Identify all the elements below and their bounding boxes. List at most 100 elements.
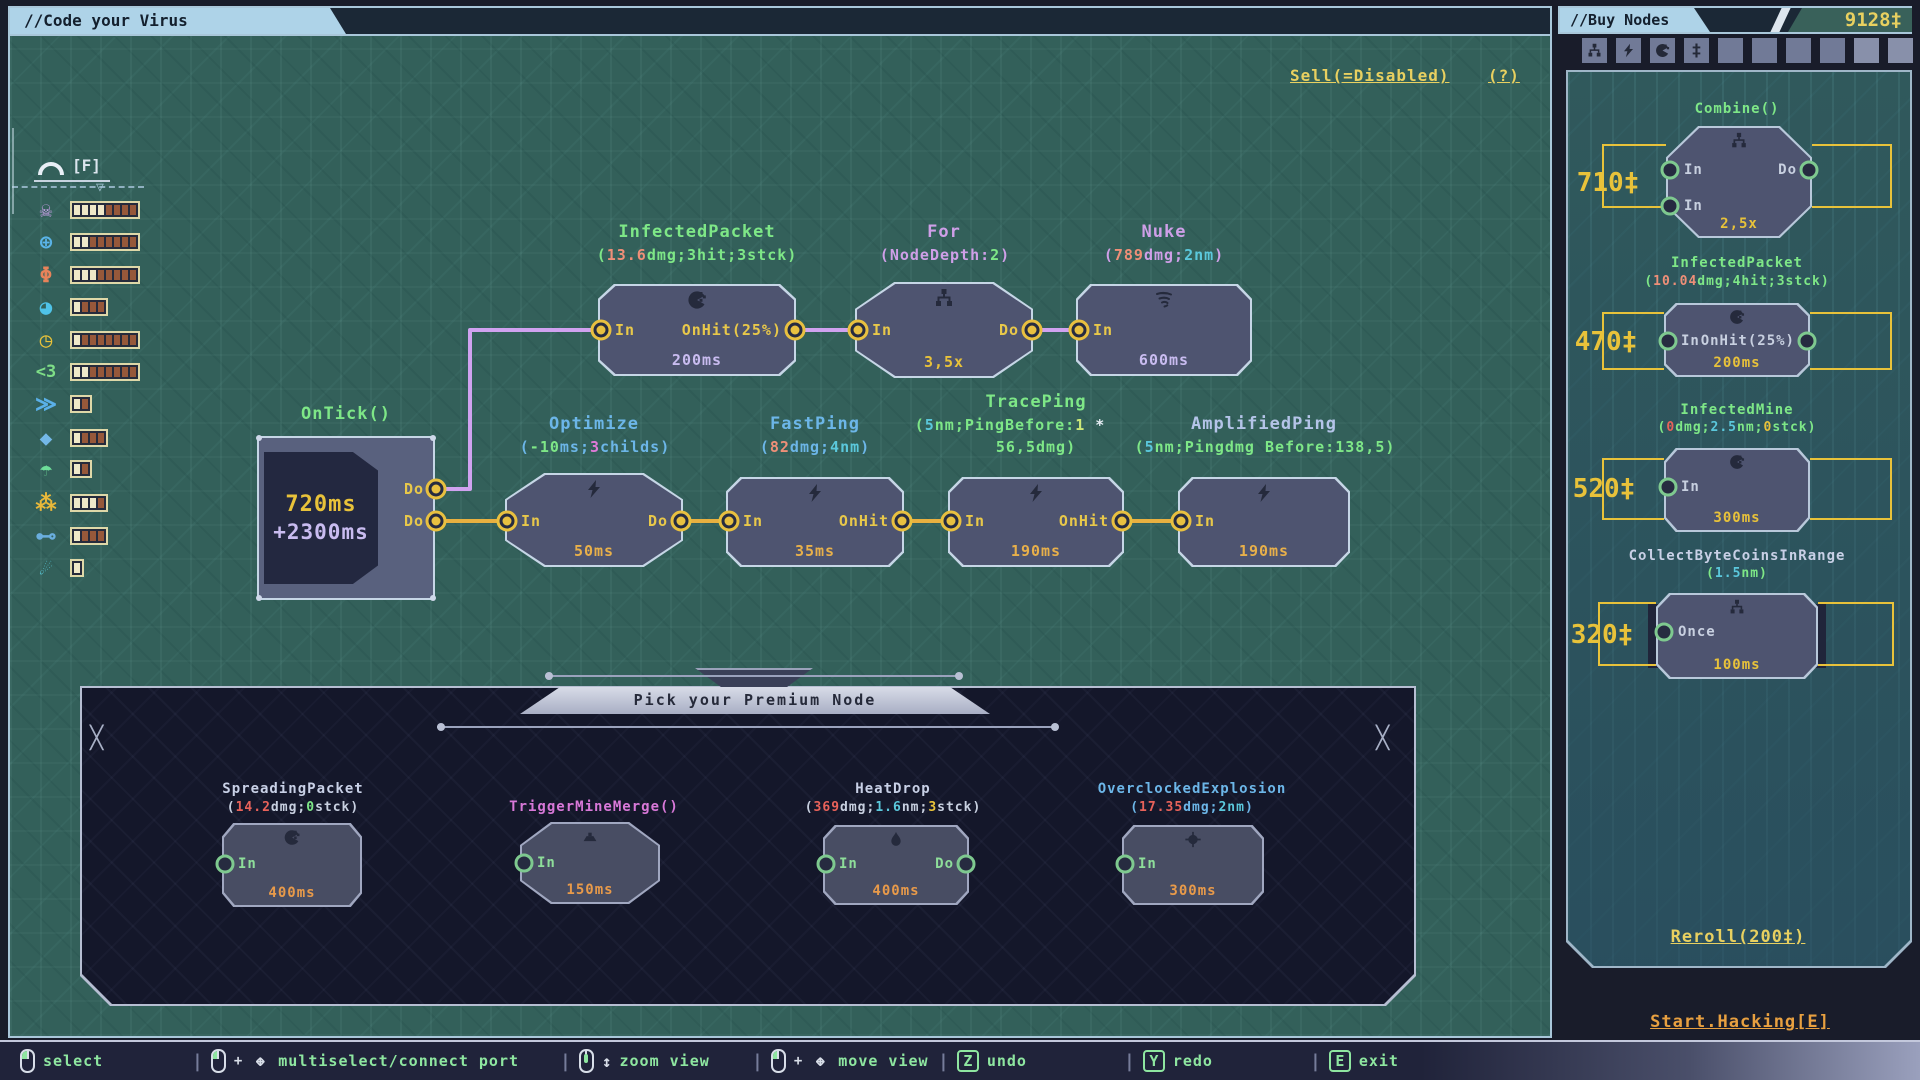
nuke-in-port[interactable] (1069, 320, 1090, 341)
key-y-icon: Y (1143, 1050, 1165, 1072)
shop-in-port[interactable] (1661, 161, 1680, 180)
palette-stat-umbrella[interactable]: ☂ (30, 457, 92, 481)
palette-stat-skull[interactable]: ☠ (30, 198, 140, 222)
mouse-left-click-icon (771, 1049, 786, 1073)
corner-decoration: ╳ (90, 726, 103, 751)
palette-stat-gauge[interactable]: ◷ (30, 328, 140, 352)
shop-in-port[interactable] (1659, 478, 1678, 497)
node-price: 520‡ (1564, 474, 1644, 504)
ontick-do-port-2[interactable] (426, 511, 447, 532)
traceping-onhit-port[interactable] (1112, 511, 1133, 532)
gauge-icon: ◷ (30, 328, 62, 352)
node-subtitle: (14.2dmg;0stck) (203, 800, 383, 815)
stat-progress-bar (70, 298, 108, 316)
palette-stat-pacman[interactable]: ◕ (30, 295, 108, 319)
node-duration: 400ms (823, 883, 969, 899)
port-label: In (1684, 162, 1703, 178)
node-subtitle: (5nm;Pingdmg Before:138,5) (1130, 438, 1400, 456)
stat-progress-bar (70, 266, 140, 284)
legend-multiselect: | + multiselect/connect port (192, 1042, 519, 1080)
node-duration: 200ms (1664, 355, 1810, 371)
port-label: In (1195, 512, 1215, 530)
node-price: 470‡ (1566, 327, 1646, 357)
stat-progress-bar (70, 460, 92, 478)
inventory-slot-dagger[interactable]: ‡ (1684, 38, 1709, 63)
node-title: HeatDrop (783, 781, 1003, 797)
fastping-onhit-port[interactable] (892, 511, 913, 532)
ontick-bonus: +2300ms (273, 520, 369, 544)
node-subtitle: (10.04dmg;4hit;3stck) (1600, 274, 1874, 289)
palette-stat-flower[interactable]: ⁂ (30, 491, 108, 515)
inventory-slot-empty[interactable] (1888, 38, 1913, 63)
inventory-slot-empty[interactable] (1820, 38, 1845, 63)
crosshair-icon: ⊕ (30, 230, 62, 254)
reroll-button[interactable]: Reroll(200‡) (1608, 927, 1868, 947)
palette-stat-crosshair[interactable]: ⊕ (30, 230, 140, 254)
inventory-slot-empty[interactable] (1786, 38, 1811, 63)
premium-in-port[interactable] (515, 854, 534, 873)
node-title: TriggerMineMerge() (474, 799, 714, 815)
help-link[interactable]: (?) (1488, 66, 1520, 85)
node-subtitle: (-10ms;3childs) (480, 438, 710, 456)
shop-once-port[interactable] (1655, 623, 1674, 642)
node-subtitle: (1.5nm) (1615, 566, 1859, 581)
inventory-slot-packet[interactable] (1650, 38, 1675, 63)
flower-icon: ⁂ (30, 491, 62, 515)
chevron-down-icon[interactable]: ▽ (96, 180, 104, 195)
mouse-scroll-icon (579, 1049, 594, 1073)
premium-header: Pick your Premium Node (520, 687, 990, 714)
packet-icon (284, 829, 301, 846)
for-do-port[interactable] (1022, 320, 1043, 341)
node-title: Nuke (1076, 222, 1252, 242)
mouse-left-click-icon (20, 1049, 35, 1073)
amplifiedping-in-port[interactable] (1171, 511, 1192, 532)
node-subtitle: (369dmg;1.6nm;3stck) (773, 800, 1013, 815)
shop-in-port[interactable] (1661, 197, 1680, 216)
inventory-slot-empty[interactable] (1752, 38, 1777, 63)
port-label: In (1681, 479, 1700, 495)
infectedpacket-in-port[interactable] (591, 320, 612, 341)
palette-stat-heart[interactable]: <3 (30, 360, 140, 384)
port-label: In (537, 855, 556, 871)
stat-progress-bar (70, 559, 84, 577)
inventory-slot-lightning[interactable] (1616, 38, 1641, 63)
optimize-do-port[interactable] (671, 511, 692, 532)
start-hacking-button[interactable]: Start.Hacking[E] (1590, 1012, 1890, 1032)
palette-stat-power[interactable]: Φ (30, 263, 140, 287)
target-icon (1185, 831, 1202, 848)
port-label: In (1093, 321, 1113, 339)
premium-in-port[interactable] (817, 855, 836, 874)
palette-stat-diamond[interactable]: ◆ (30, 426, 108, 450)
ontick-do-port-1[interactable] (426, 479, 447, 500)
stat-progress-bar (70, 363, 140, 381)
shop-onhit-port[interactable] (1798, 332, 1817, 351)
premium-in-port[interactable] (1116, 855, 1135, 874)
inventory-slot-empty[interactable] (1854, 38, 1879, 63)
node-duration: 190ms (1178, 542, 1350, 560)
inventory-slot-branch-node[interactable] (1582, 38, 1607, 63)
inventory-row: ‡ (1582, 38, 1913, 63)
stat-progress-bar (70, 527, 108, 545)
for-in-port[interactable] (848, 320, 869, 341)
lightning-icon (805, 483, 825, 503)
shop-node-combine[interactable]: 2,5x (1666, 126, 1812, 238)
legend-undo: | Z undo (938, 1042, 1027, 1080)
fastping-in-port[interactable] (719, 511, 740, 532)
shop-do-port[interactable] (1800, 161, 1819, 180)
power-icon: Φ (30, 263, 62, 287)
node-title: For (855, 222, 1033, 242)
premium-do-port[interactable] (957, 855, 976, 874)
premium-in-port[interactable] (216, 855, 235, 874)
node-duration: 50ms (505, 542, 683, 560)
node-subtitle: (17.35dmg;2nm) (1082, 800, 1302, 815)
palette-stat-bridge[interactable]: ⊷ (30, 524, 108, 548)
palette-stat-chevrons[interactable]: ≫ (30, 392, 92, 416)
inventory-slot-empty[interactable] (1718, 38, 1743, 63)
sell-link[interactable]: Sell(=Disabled) (1290, 66, 1450, 85)
node-duration: 190ms (948, 542, 1124, 560)
palette-stat-horn[interactable]: ☄ (30, 556, 84, 580)
traceping-in-port[interactable] (941, 511, 962, 532)
infectedpacket-onhit-port[interactable] (785, 320, 806, 341)
optimize-in-port[interactable] (497, 511, 518, 532)
shop-in-port[interactable] (1659, 332, 1678, 351)
